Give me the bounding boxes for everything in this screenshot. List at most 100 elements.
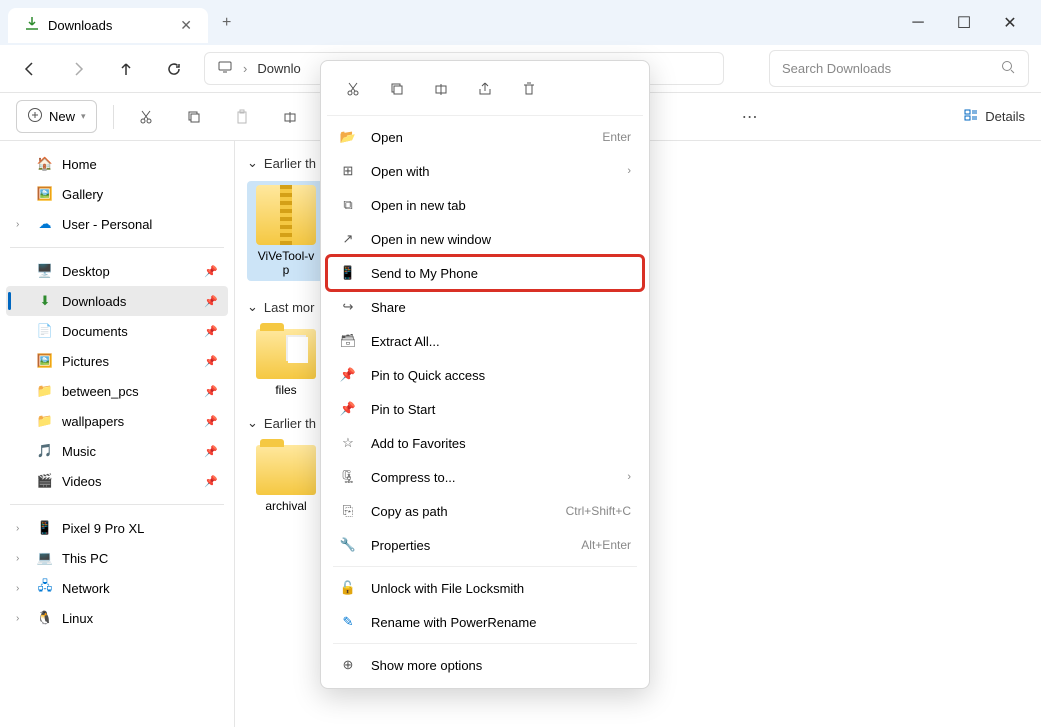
- home-icon: 🏠: [36, 155, 54, 173]
- sidebar-item-thispc[interactable]: ›💻This PC: [6, 543, 228, 573]
- search-input[interactable]: Search Downloads: [769, 50, 1029, 87]
- folder-icon: [256, 329, 316, 379]
- sidebar-item-documents[interactable]: 📄Documents📌: [6, 316, 228, 346]
- pc-icon: 💻: [36, 549, 54, 567]
- network-icon: 🖧: [36, 579, 54, 597]
- ctx-cut-button[interactable]: [337, 73, 369, 105]
- menu-copy-path[interactable]: ⎘Copy as pathCtrl+Shift+C: [327, 494, 643, 528]
- back-button[interactable]: [12, 51, 48, 87]
- star-icon: ☆: [339, 434, 357, 452]
- plus-circle-icon: [27, 107, 43, 126]
- ctx-copy-button[interactable]: [381, 73, 413, 105]
- download-icon: [24, 16, 40, 35]
- phone-icon: 📱: [339, 264, 357, 282]
- minimize-button[interactable]: ─: [895, 7, 941, 39]
- ctx-share-button[interactable]: [469, 73, 501, 105]
- pin-icon: 📌: [339, 366, 357, 384]
- rename-button[interactable]: [274, 101, 306, 133]
- close-button[interactable]: ✕: [987, 7, 1033, 39]
- chevron-right-icon: ›: [627, 471, 631, 483]
- menu-separator: [333, 643, 637, 644]
- more-button[interactable]: ⋯: [734, 101, 766, 133]
- chevron-right-icon: ›: [16, 523, 28, 534]
- ctx-delete-button[interactable]: [513, 73, 545, 105]
- linux-icon: 🐧: [36, 609, 54, 627]
- window-icon: ↗: [339, 230, 357, 248]
- extract-icon: 🗃: [339, 332, 357, 350]
- tab-icon: ⧉: [339, 196, 357, 214]
- documents-icon: 📄: [36, 322, 54, 340]
- chevron-right-icon: ›: [243, 61, 247, 76]
- music-icon: 🎵: [36, 442, 54, 460]
- menu-favorites[interactable]: ☆Add to Favorites: [327, 426, 643, 460]
- tab-downloads[interactable]: Downloads ✕: [8, 8, 208, 43]
- up-button[interactable]: [108, 51, 144, 87]
- pin-icon: 📌: [339, 400, 357, 418]
- lock-icon: 🔓: [339, 579, 357, 597]
- menu-pin-start[interactable]: 📌Pin to Start: [327, 392, 643, 426]
- menu-open-with[interactable]: ⊞Open with›: [327, 154, 643, 188]
- folder-icon: 📁: [36, 382, 54, 400]
- paste-button[interactable]: [226, 101, 258, 133]
- zip-icon: [256, 185, 316, 245]
- download-icon: ⬇: [36, 292, 54, 310]
- pin-icon: 📌: [204, 265, 218, 278]
- sidebar-item-linux[interactable]: ›🐧Linux: [6, 603, 228, 633]
- folder-open-icon: 📂: [339, 128, 357, 146]
- sidebar-item-desktop[interactable]: 🖥️Desktop📌: [6, 256, 228, 286]
- menu-compress[interactable]: 🗜Compress to...›: [327, 460, 643, 494]
- breadcrumb: Downlo: [257, 61, 300, 76]
- pictures-icon: 🖼️: [36, 352, 54, 370]
- menu-extract[interactable]: 🗃Extract All...: [327, 324, 643, 358]
- tab-title: Downloads: [48, 18, 112, 33]
- menu-open-window[interactable]: ↗Open in new window: [327, 222, 643, 256]
- sidebar-item-videos[interactable]: 🎬Videos📌: [6, 466, 228, 496]
- sidebar-item-wallpapers[interactable]: 📁wallpapers📌: [6, 406, 228, 436]
- sidebar-item-network[interactable]: ›🖧Network: [6, 573, 228, 603]
- menu-properties[interactable]: 🔧PropertiesAlt+Enter: [327, 528, 643, 562]
- menu-open-tab[interactable]: ⧉Open in new tab: [327, 188, 643, 222]
- pin-icon: 📌: [204, 415, 218, 428]
- sidebar-item-pictures[interactable]: 🖼️Pictures📌: [6, 346, 228, 376]
- menu-share[interactable]: ↪Share: [327, 290, 643, 324]
- sidebar-item-user[interactable]: ›☁User - Personal: [6, 209, 228, 239]
- sidebar-item-between-pcs[interactable]: 📁between_pcs📌: [6, 376, 228, 406]
- more-icon: ⊕: [339, 656, 357, 674]
- folder-icon: [256, 445, 316, 495]
- pin-icon: 📌: [204, 385, 218, 398]
- menu-send-to-phone[interactable]: 📱Send to My Phone: [327, 256, 643, 290]
- sidebar-item-home[interactable]: 🏠Home: [6, 149, 228, 179]
- search-icon: [1000, 59, 1016, 78]
- refresh-button[interactable]: [156, 51, 192, 87]
- cut-button[interactable]: [130, 101, 162, 133]
- details-button[interactable]: Details: [963, 107, 1025, 126]
- path-icon: ⎘: [339, 502, 357, 520]
- sidebar-item-downloads[interactable]: ⬇Downloads📌: [6, 286, 228, 316]
- forward-button[interactable]: [60, 51, 96, 87]
- apps-icon: ⊞: [339, 162, 357, 180]
- menu-powerrename[interactable]: ✎Rename with PowerRename: [327, 605, 643, 639]
- sidebar-separator: [10, 247, 224, 248]
- sidebar: 🏠Home 🖼️Gallery ›☁User - Personal 🖥️Desk…: [0, 141, 235, 727]
- menu-open[interactable]: 📂OpenEnter: [327, 120, 643, 154]
- desktop-icon: 🖥️: [36, 262, 54, 280]
- videos-icon: 🎬: [36, 472, 54, 490]
- tab-close-button[interactable]: ✕: [180, 17, 192, 34]
- sidebar-separator: [10, 504, 224, 505]
- file-item-vivetool[interactable]: ViVeTool-v p: [247, 181, 325, 281]
- context-menu: 📂OpenEnter ⊞Open with› ⧉Open in new tab …: [320, 60, 650, 689]
- file-item-archival[interactable]: archival: [247, 441, 325, 513]
- maximize-button[interactable]: ☐: [941, 7, 987, 39]
- ctx-rename-button[interactable]: [425, 73, 457, 105]
- new-button[interactable]: New ▾: [16, 100, 97, 133]
- new-tab-button[interactable]: +: [208, 14, 245, 32]
- menu-pin-quick[interactable]: 📌Pin to Quick access: [327, 358, 643, 392]
- menu-unlock[interactable]: 🔓Unlock with File Locksmith: [327, 571, 643, 605]
- copy-button[interactable]: [178, 101, 210, 133]
- rename-icon: ✎: [339, 613, 357, 631]
- menu-more-options[interactable]: ⊕Show more options: [327, 648, 643, 682]
- sidebar-item-pixel[interactable]: ›📱Pixel 9 Pro XL: [6, 513, 228, 543]
- file-item-files[interactable]: files: [247, 325, 325, 397]
- sidebar-item-music[interactable]: 🎵Music📌: [6, 436, 228, 466]
- sidebar-item-gallery[interactable]: 🖼️Gallery: [6, 179, 228, 209]
